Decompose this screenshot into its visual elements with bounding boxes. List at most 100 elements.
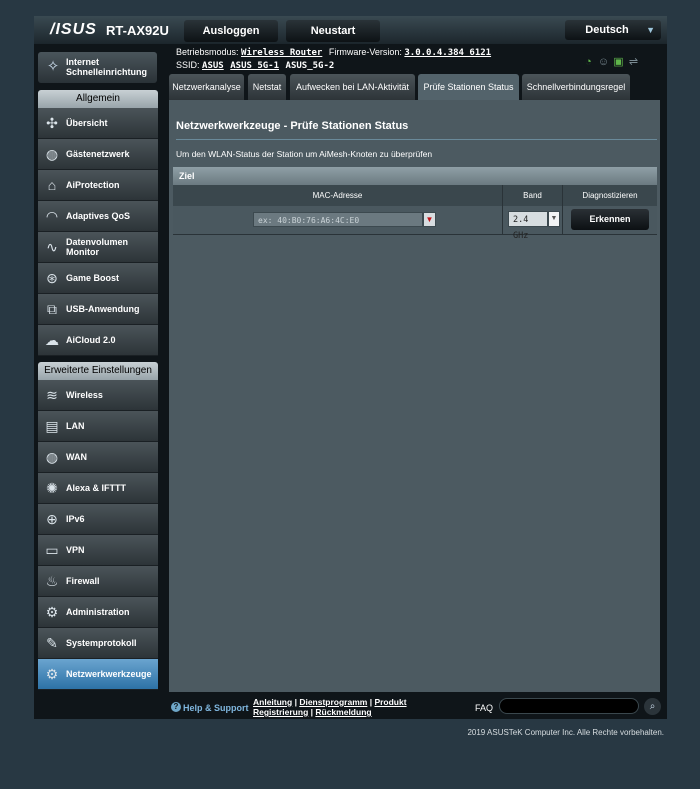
quick-internet-setup-button[interactable]: ✧ Internet Schnelleinrichtung	[38, 52, 157, 83]
tab-check-station-status[interactable]: Prüfe Stationen Status	[418, 74, 519, 100]
sidebar-item-label: Netzwerkwerkzeuge	[66, 669, 152, 679]
tab-fast-connect-rule[interactable]: Schnellverbindungsregel	[522, 74, 630, 100]
sidebar-item-traffic-monitor[interactable]: ∿ Datenvolumen Monitor	[38, 232, 158, 263]
sidebar-item-label: Game Boost	[66, 273, 120, 283]
network-map-icon: ✣	[46, 115, 58, 131]
sidebar-item-guest-network[interactable]: ◍ Gästenetzwerk	[38, 139, 158, 170]
sidebar-item-overview[interactable]: ✣ Übersicht	[38, 108, 158, 139]
tools-icon: ⚙	[45, 666, 59, 682]
log-icon: ✎	[46, 635, 58, 651]
globe-icon: ◍	[45, 146, 59, 162]
footer: ? Help & Support Anleitung | Dienstprogr…	[169, 695, 661, 719]
sidebar-item-aicloud[interactable]: ☁ AiCloud 2.0	[38, 325, 158, 356]
sidebar-item-label: Firewall	[66, 576, 100, 586]
router-frame: /ISUS RT-AX92U Ausloggen Neustart Deutsc…	[34, 16, 667, 719]
utility-link[interactable]: Dienstprogramm	[299, 697, 367, 707]
sidebar-item-lan[interactable]: ▤ LAN	[38, 411, 158, 442]
sidebar-item-label: AiCloud 2.0	[66, 335, 116, 345]
firmware-value-link[interactable]: 3.0.0.4.384_6121	[404, 48, 491, 58]
mac-dropdown-button[interactable]: ▼	[423, 212, 436, 227]
chevron-down-icon: ▼	[646, 25, 655, 35]
sidebar-item-ipv6[interactable]: ⊕ IPv6	[38, 504, 158, 535]
detect-button[interactable]: Erkennen	[571, 209, 649, 230]
chevron-down-icon: ▼	[425, 215, 434, 224]
page-title: Netzwerkwerkzeuge - Prüfe Stationen Stat…	[176, 120, 409, 132]
column-divider	[562, 206, 563, 234]
sidebar-item-usb-application[interactable]: ⧉ USB-Anwendung	[38, 294, 158, 325]
qis-label: Internet Schnelleinrichtung	[66, 57, 148, 77]
sidebar-item-network-tools[interactable]: ⚙ Netzwerkwerkzeuge	[38, 659, 158, 690]
cloud-icon: ☁	[45, 332, 59, 348]
sidebar-item-label: WAN	[66, 452, 87, 462]
page-description: Um den WLAN-Status der Station um AiMesh…	[176, 149, 433, 159]
restart-button[interactable]: Neustart	[286, 20, 380, 42]
sidebar-item-label: Übersicht	[66, 118, 108, 128]
help-support-link[interactable]: Help & Support	[183, 703, 249, 713]
users-icon[interactable]: ☺	[597, 56, 610, 68]
operation-info: Betriebsmodus: Wireless Router Firmware-…	[176, 47, 495, 58]
sidebar-item-aiprotection[interactable]: ⌂ AiProtection	[38, 170, 158, 201]
search-icon[interactable]: ⌕	[644, 698, 661, 715]
footer-links: Anleitung | Dienstprogramm | Produkt Reg…	[253, 697, 407, 717]
sidebar-item-label: IPv6	[66, 514, 85, 524]
help-icon: ?	[171, 702, 181, 712]
logout-button[interactable]: Ausloggen	[184, 20, 278, 42]
column-mac-address: MAC-Adresse	[173, 185, 503, 206]
devices-icon[interactable]: ▣	[612, 56, 625, 68]
sidebar-item-wan[interactable]: ◍ WAN	[38, 442, 158, 473]
globe-icon: ◍	[45, 449, 59, 465]
gauge-icon: ◠	[45, 208, 59, 224]
assistant-icon: ✺	[46, 480, 58, 496]
firewall-icon: ♨	[45, 573, 59, 589]
column-band: Band	[503, 185, 563, 206]
mode-value-link[interactable]: Wireless Router	[241, 48, 322, 58]
usb-icon[interactable]: ⇌	[627, 56, 640, 68]
wifi-icon: ≋	[46, 387, 58, 403]
sidebar-item-administration[interactable]: ⚙ Administration	[38, 597, 158, 628]
section-title: Ziel	[179, 171, 195, 181]
status-icons: ◔ ☺ ▣ ⇌	[582, 52, 642, 70]
tab-wake-on-lan[interactable]: Aufwecken bei LAN-Aktivität	[290, 74, 415, 100]
column-diagnose: Diagnostizieren	[582, 191, 638, 200]
firmware-label: Firmware-Version:	[328, 47, 402, 57]
tab-netstat[interactable]: Netstat	[248, 74, 286, 100]
sidebar-item-firewall[interactable]: ♨ Firewall	[38, 566, 158, 597]
sidebar-item-label: Alexa & IFTTT	[66, 483, 127, 493]
sidebar-item-vpn[interactable]: ▭ VPN	[38, 535, 158, 566]
speedometer-icon[interactable]: ◔	[582, 56, 595, 68]
general-section-title: Allgemein	[38, 90, 158, 108]
chart-icon: ∿	[46, 239, 58, 255]
sidebar-item-system-log[interactable]: ✎ Systemprotokoll	[38, 628, 158, 659]
tab-network-analysis[interactable]: Netzwerkanalyse	[169, 74, 244, 100]
ssid-link[interactable]: ASUS	[202, 61, 224, 71]
ipv6-icon: ⊕	[46, 511, 58, 527]
ssid-link[interactable]: ASUS_5G-1	[230, 61, 279, 71]
band-select[interactable]: 2.4 GHz	[508, 211, 548, 241]
sidebar-item-game-boost[interactable]: ⊛ Game Boost	[38, 263, 158, 294]
language-select[interactable]: Deutsch ▼	[565, 20, 661, 40]
sidebar-item-label: Adaptives QoS	[66, 211, 131, 221]
brand-logo: /ISUS	[50, 21, 97, 38]
ssid-link[interactable]: ASUS_5G-2	[286, 61, 335, 71]
copyright-text: 2019 ASUSTeK Computer Inc. Alle Rechte v…	[467, 728, 664, 737]
manual-link[interactable]: Anleitung	[253, 697, 292, 707]
advanced-section-title: Erweiterte Einstellungen	[38, 362, 158, 380]
lan-icon: ▤	[45, 418, 59, 434]
model-name: RT-AX92U	[106, 23, 169, 38]
sidebar-item-label: USB-Anwendung	[66, 304, 140, 314]
top-header: /ISUS RT-AX92U Ausloggen Neustart Deutsc…	[34, 16, 667, 44]
lock-icon: ⌂	[47, 177, 57, 193]
faq-search-input[interactable]	[499, 698, 639, 714]
chevron-down-icon[interactable]: ▼	[548, 211, 560, 227]
ssid-info: SSID: ASUS ASUS_5G-1 ASUS_5G-2	[176, 60, 338, 71]
sidebar-item-alexa-ifttt[interactable]: ✺ Alexa & IFTTT	[38, 473, 158, 504]
mode-label: Betriebsmodus:	[176, 47, 239, 57]
sidebar-item-wireless[interactable]: ≋ Wireless	[38, 380, 158, 411]
sidebar-item-qos[interactable]: ◠ Adaptives QoS	[38, 201, 158, 232]
language-value: Deutsch	[585, 24, 629, 36]
feedback-link[interactable]: Rückmeldung	[315, 707, 371, 717]
admin-icon: ⚙	[45, 604, 59, 620]
wand-icon: ✧	[46, 58, 60, 75]
sidebar-item-label: LAN	[66, 421, 85, 431]
mac-address-input[interactable]: ex: 40:B0:76:A6:4C:E0	[253, 212, 423, 227]
